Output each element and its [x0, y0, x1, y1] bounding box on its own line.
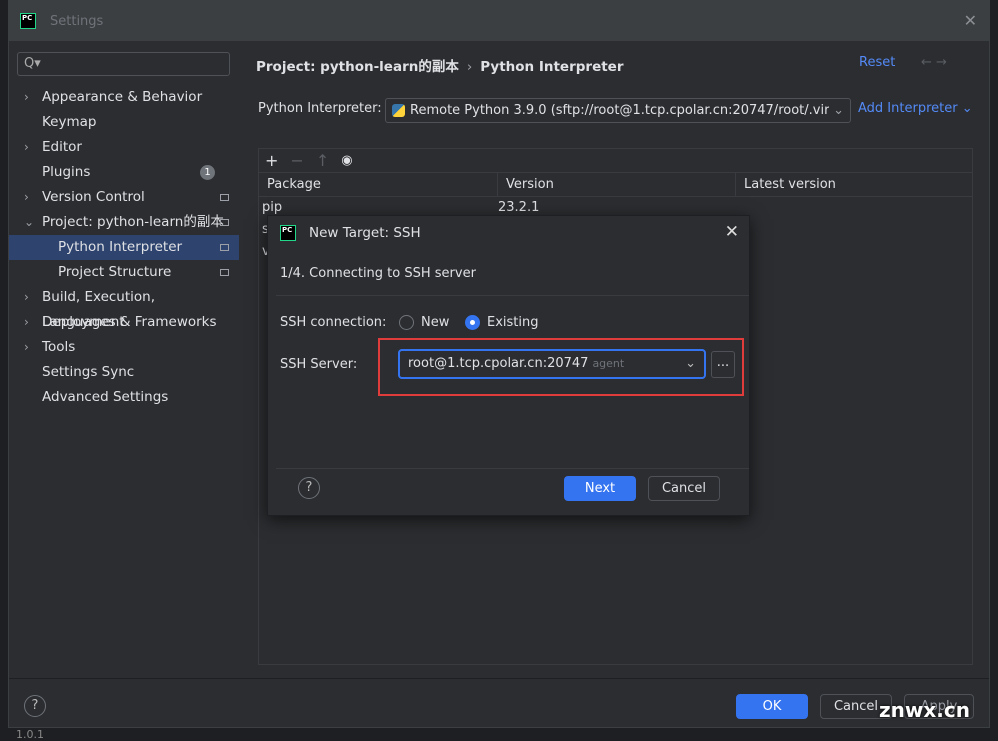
breadcrumb-separator: ›	[466, 59, 473, 75]
sidebar-item-project-structure[interactable]: Project Structure	[9, 260, 239, 285]
sidebar-item-label: Appearance & Behavior	[42, 89, 203, 105]
sidebar-item-label: Editor	[42, 139, 82, 155]
ssh-server-label: SSH Server:	[280, 357, 358, 372]
radio-label: New	[421, 315, 450, 330]
background-text: 1.0.1	[16, 728, 44, 741]
settings-search-input[interactable]: Q▾	[17, 52, 230, 76]
radio-label: Existing	[487, 315, 539, 330]
sidebar-item-label: Project Structure	[58, 264, 172, 280]
sidebar-item-editor[interactable]: › Editor	[9, 135, 239, 160]
upgrade-icon[interactable]: ↑	[316, 151, 329, 170]
window-title: Settings	[50, 13, 104, 29]
dialog-title: New Target: SSH	[309, 225, 421, 241]
sidebar-item-build[interactable]: › Build, Execution, Deployment	[9, 285, 239, 330]
chevron-down-icon: ⌄	[685, 356, 696, 371]
python-icon	[392, 104, 405, 117]
ssh-connection-label: SSH connection:	[280, 315, 387, 330]
sidebar-item-label: Keymap	[42, 114, 97, 130]
sidebar-item-tools[interactable]: › Tools	[9, 335, 239, 360]
close-icon[interactable]: ✕	[725, 222, 739, 242]
auth-tag: agent	[592, 357, 625, 370]
sidebar-item-label: Tools	[42, 339, 76, 355]
radio-new[interactable]: New	[399, 315, 449, 330]
pycharm-logo-icon: PC	[280, 225, 296, 241]
breadcrumb-project[interactable]: Project: python-learn的副本	[256, 59, 459, 75]
title-bar: PC Settings ✕	[9, 1, 989, 41]
project-scope-icon	[220, 219, 229, 226]
interpreter-select[interactable]: Remote Python 3.9.0 (sftp://root@1.tcp.c…	[385, 98, 851, 123]
sidebar-item-label: Languages & Frameworks	[42, 314, 217, 330]
sidebar-item-keymap[interactable]: Keymap	[9, 110, 239, 135]
ssh-server-value: root@1.tcp.cpolar.cn:20747	[408, 356, 589, 371]
chevron-right-icon: ›	[24, 90, 29, 104]
project-scope-icon	[220, 244, 229, 251]
chevron-right-icon: ›	[24, 315, 29, 329]
sidebar-item-appearance[interactable]: › Appearance & Behavior	[9, 85, 239, 110]
sidebar-item-label: Advanced Settings	[42, 389, 169, 405]
sidebar: › Appearance & Behavior Keymap › Editor Pl…	[9, 85, 239, 410]
watermark: znwx.cn	[879, 698, 970, 722]
help-button[interactable]: ?	[298, 477, 320, 499]
chevron-right-icon: ›	[24, 190, 29, 204]
sidebar-item-advanced[interactable]: Advanced Settings	[9, 385, 239, 410]
sidebar-item-plugins[interactable]: Plugins 1	[9, 160, 239, 185]
eye-icon[interactable]: ◉	[341, 153, 352, 168]
ok-button[interactable]: OK	[736, 694, 808, 719]
breadcrumb: Project: python-learn的副本 › Python Interpre…	[256, 55, 624, 75]
chevron-right-icon: ›	[24, 290, 29, 304]
browse-button[interactable]: ...	[711, 351, 735, 378]
chevron-down-icon: ⌄	[24, 215, 35, 229]
sidebar-item-label: Settings Sync	[42, 364, 135, 380]
next-button[interactable]: Next	[564, 476, 636, 501]
sidebar-item-label: Python Interpreter	[58, 239, 183, 255]
sidebar-item-version-control[interactable]: › Version Control	[9, 185, 239, 210]
column-version[interactable]: Version	[498, 173, 736, 196]
interpreter-value: Remote Python 3.9.0 (sftp://root@1.tcp.c…	[410, 103, 843, 118]
close-icon[interactable]: ✕	[964, 11, 977, 30]
cancel-button[interactable]: Cancel	[648, 476, 720, 501]
reset-link[interactable]: Reset	[859, 55, 895, 70]
column-package[interactable]: Package	[259, 173, 498, 196]
project-scope-icon	[220, 194, 229, 201]
divider	[276, 295, 749, 296]
interpreter-label: Python Interpreter:	[258, 101, 382, 116]
new-target-ssh-dialog: PC New Target: SSH ✕ 1/4. Connecting to …	[267, 215, 750, 516]
forward-icon[interactable]: →	[936, 55, 947, 70]
column-latest[interactable]: Latest version	[736, 173, 972, 196]
radio-checked-icon	[465, 315, 480, 330]
sidebar-item-python-interpreter[interactable]: Python Interpreter	[9, 235, 239, 260]
sidebar-item-settings-sync[interactable]: Settings Sync	[9, 360, 239, 385]
sidebar-item-project[interactable]: ⌄ Project: python-learn的副本	[9, 210, 239, 235]
sidebar-item-label: Project: python-learn的副本	[42, 214, 224, 230]
divider	[276, 468, 749, 469]
nav-arrows: ← →	[921, 55, 947, 70]
sidebar-item-label: Plugins	[42, 164, 91, 180]
chevron-right-icon: ›	[24, 140, 29, 154]
pycharm-logo-icon: PC	[20, 13, 36, 29]
sidebar-item-languages[interactable]: › Languages & Frameworks	[9, 310, 239, 335]
radio-unchecked-icon	[399, 315, 414, 330]
ssh-server-select[interactable]: root@1.tcp.cpolar.cn:20747 agent ⌄	[398, 349, 706, 379]
add-interpreter-link[interactable]: Add Interpreter ⌄	[858, 101, 973, 116]
back-icon[interactable]: ←	[921, 55, 932, 70]
add-icon[interactable]: +	[265, 151, 278, 170]
remove-icon[interactable]: −	[290, 151, 303, 170]
radio-existing[interactable]: Existing	[465, 315, 539, 330]
sidebar-item-label: Version Control	[42, 189, 145, 205]
step-title: 1/4. Connecting to SSH server	[280, 266, 476, 281]
help-button[interactable]: ?	[24, 695, 46, 717]
project-scope-icon	[220, 269, 229, 276]
breadcrumb-page: Python Interpreter	[480, 59, 624, 75]
update-badge: 1	[200, 165, 215, 180]
table-header: Package Version Latest version	[259, 173, 972, 197]
footer-divider	[9, 678, 989, 679]
packages-toolbar: + − ↑ ◉	[259, 149, 972, 173]
chevron-down-icon: ⌄	[829, 99, 844, 122]
chevron-right-icon: ›	[24, 340, 29, 354]
